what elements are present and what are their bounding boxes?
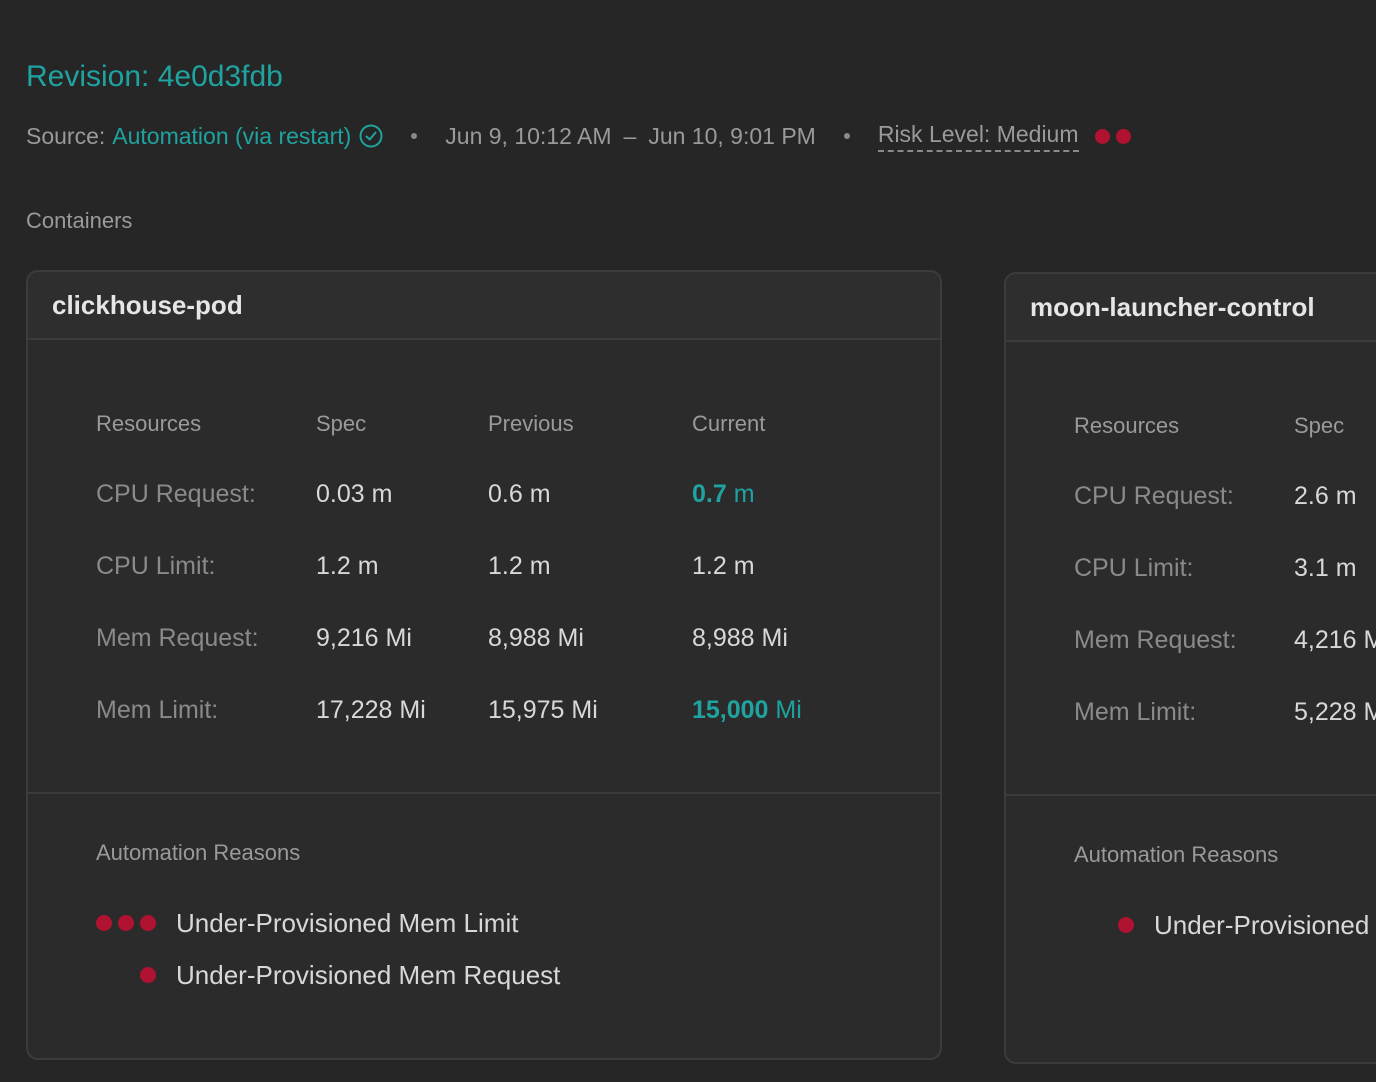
date-end: Jun 10, 9:01 PM [648, 122, 816, 149]
row-label: Mem Request: [1074, 625, 1237, 654]
severity-indicator [1074, 917, 1154, 933]
revision-meta: Source: Automation (via restart) Jun 9, … [26, 116, 1131, 156]
spec-value: 5,228 Mi [1294, 697, 1376, 726]
separator-dot [411, 133, 418, 139]
severity-dot [96, 915, 112, 931]
container-name: clickhouse-pod [28, 272, 940, 340]
severity-dot [118, 915, 134, 931]
spec-value: 3.1 m [1294, 553, 1357, 582]
reason-text: Under-Provisioned Mem Limit [176, 907, 519, 938]
source-label: Source: [26, 122, 106, 149]
column-header: Spec [1294, 413, 1345, 438]
current-number: 15,000 [692, 695, 769, 724]
severity-dot [140, 967, 156, 983]
reason-text: Under-Provisioned [1154, 909, 1370, 940]
reason-text: Under-Provisioned Mem Request [176, 959, 561, 990]
previous-value: 0.6 m [488, 479, 551, 508]
revision-page: Revision: 4e0d3fdb Source: Automation (v… [0, 0, 1376, 1082]
reason-item: Under-Provisioned Mem Request [96, 958, 560, 992]
resources-table: Resources Spec Previous Current CPU Requ… [28, 340, 940, 794]
resources-table: Resources Spec CPU Request: 2.6 m CPU Li… [1006, 342, 1376, 796]
separator-dot [843, 133, 850, 139]
previous-value: 8,988 Mi [488, 623, 584, 652]
severity-dot [1118, 917, 1134, 933]
severity-dot [1094, 128, 1110, 144]
previous-value: 15,975 Mi [488, 695, 598, 724]
severity-indicator [96, 967, 176, 983]
current-value: 8,988 Mi [692, 623, 788, 652]
spec-value: 0.03 m [316, 479, 393, 508]
column-header: Previous [488, 411, 574, 436]
severity-dot [1115, 128, 1131, 144]
row-label: Mem Request: [96, 623, 259, 652]
row-label: CPU Limit: [1074, 553, 1194, 582]
severity-indicator [96, 915, 176, 931]
check-circle-icon [359, 124, 383, 148]
severity-dot [140, 915, 156, 931]
row-label: Mem Limit: [96, 695, 219, 724]
current-value: 15,000 Mi [692, 696, 802, 725]
date-dash: – [623, 122, 637, 149]
source-link[interactable]: Automation (via restart) [112, 123, 351, 150]
risk-level-label[interactable]: Risk Level: Medium [877, 121, 1079, 152]
container-card: clickhouse-pod Resources Spec Previous C… [26, 270, 942, 1060]
current-unit: Mi [775, 695, 802, 724]
container-name: moon-launcher-control [1006, 274, 1376, 342]
current-value: 1.2 m [692, 551, 755, 580]
spec-value: 1.2 m [316, 551, 379, 580]
column-header: Resources [1074, 413, 1180, 438]
reason-item: Under-Provisioned Mem Limit [96, 906, 518, 940]
section-title: Containers [26, 208, 133, 233]
spec-value: 4,216 Mi [1294, 625, 1376, 654]
spec-value: 17,228 Mi [316, 695, 426, 724]
row-label: CPU Request: [1074, 481, 1234, 510]
current-number: 0.7 [692, 479, 727, 508]
revision-title: Revision: 4e0d3fdb [26, 60, 283, 93]
previous-value: 1.2 m [488, 551, 551, 580]
container-card: moon-launcher-control Resources Spec CPU… [1004, 272, 1376, 1064]
reasons-title: Automation Reasons [96, 840, 301, 865]
column-header: Current [692, 411, 766, 436]
column-header: Resources [96, 411, 202, 436]
reason-item: Under-Provisioned [1074, 908, 1369, 942]
current-unit: m [733, 479, 755, 508]
column-header: Spec [316, 411, 367, 436]
row-label: CPU Request: [96, 479, 256, 508]
reasons-title: Automation Reasons [1074, 842, 1279, 867]
risk-level-indicator [1094, 128, 1131, 144]
row-label: CPU Limit: [96, 551, 216, 580]
spec-value: 2.6 m [1294, 481, 1357, 510]
date-start: Jun 9, 10:12 AM [445, 122, 612, 149]
spec-value: 9,216 Mi [316, 623, 412, 652]
row-label: Mem Limit: [1074, 697, 1197, 726]
current-value: 0.7 m [692, 480, 755, 509]
